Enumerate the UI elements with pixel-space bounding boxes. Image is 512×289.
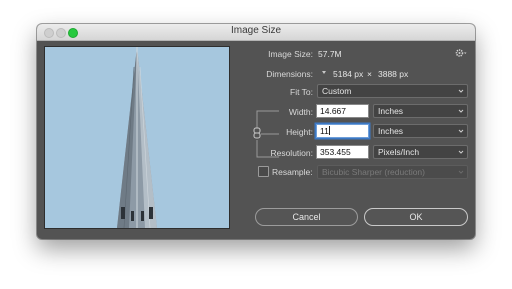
height-value: 11 xyxy=(320,126,329,136)
fit-to-value: Custom xyxy=(322,86,352,96)
image-preview[interactable] xyxy=(44,46,230,229)
ok-button[interactable]: OK xyxy=(364,208,468,226)
image-size-value: 57.7M xyxy=(318,49,342,59)
resample-method-value: Bicubic Sharper (reduction) xyxy=(322,167,425,177)
fit-to-select[interactable]: Custom xyxy=(317,84,468,98)
height-label: Height: xyxy=(286,127,313,137)
dimensions-menu-icon[interactable] xyxy=(321,69,327,77)
resolution-label: Resolution: xyxy=(270,148,313,158)
resample-method-select[interactable]: Bicubic Sharper (reduction) xyxy=(317,165,468,179)
chevron-down-icon xyxy=(458,150,464,154)
chevron-down-icon xyxy=(458,129,464,133)
image-size-label: Image Size: xyxy=(268,49,313,59)
width-unit-select[interactable]: Inches xyxy=(373,104,468,118)
chevron-down-icon xyxy=(458,89,464,93)
resample-checkbox[interactable] xyxy=(258,166,269,177)
dimensions-height-value: 3888 px xyxy=(378,69,409,79)
image-size-dialog: Image Size Image Size: 57.7M Dimensions:… xyxy=(37,24,475,239)
fit-to-label: Fit To: xyxy=(290,87,313,97)
width-value: 14.667 xyxy=(320,106,346,116)
cancel-button[interactable]: Cancel xyxy=(255,208,358,226)
resample-label: Resample: xyxy=(272,167,313,177)
chevron-down-icon xyxy=(458,170,464,174)
spire-photo xyxy=(45,47,229,228)
resolution-value: 353.455 xyxy=(320,147,351,157)
resolution-unit-value: Pixels/Inch xyxy=(378,147,420,157)
dimensions-label: Dimensions: xyxy=(266,69,313,79)
width-label: Width: xyxy=(288,107,313,117)
resolution-input[interactable]: 353.455 xyxy=(316,145,369,159)
dimensions-separator: × xyxy=(367,69,372,79)
height-unit-select[interactable]: Inches xyxy=(373,124,468,138)
chevron-down-icon xyxy=(458,109,464,113)
resolution-unit-select[interactable]: Pixels/Inch xyxy=(373,145,468,159)
title-bar: Image Size xyxy=(37,24,475,41)
window-title: Image Size xyxy=(230,25,282,36)
height-unit-value: Inches xyxy=(378,126,404,136)
gear-icon[interactable] xyxy=(455,48,467,58)
height-input[interactable]: 11 xyxy=(316,124,369,138)
text-cursor xyxy=(329,126,331,135)
dimensions-width-value: 5184 px xyxy=(333,69,364,79)
width-input[interactable]: 14.667 xyxy=(316,104,369,118)
width-unit-value: Inches xyxy=(378,106,404,116)
